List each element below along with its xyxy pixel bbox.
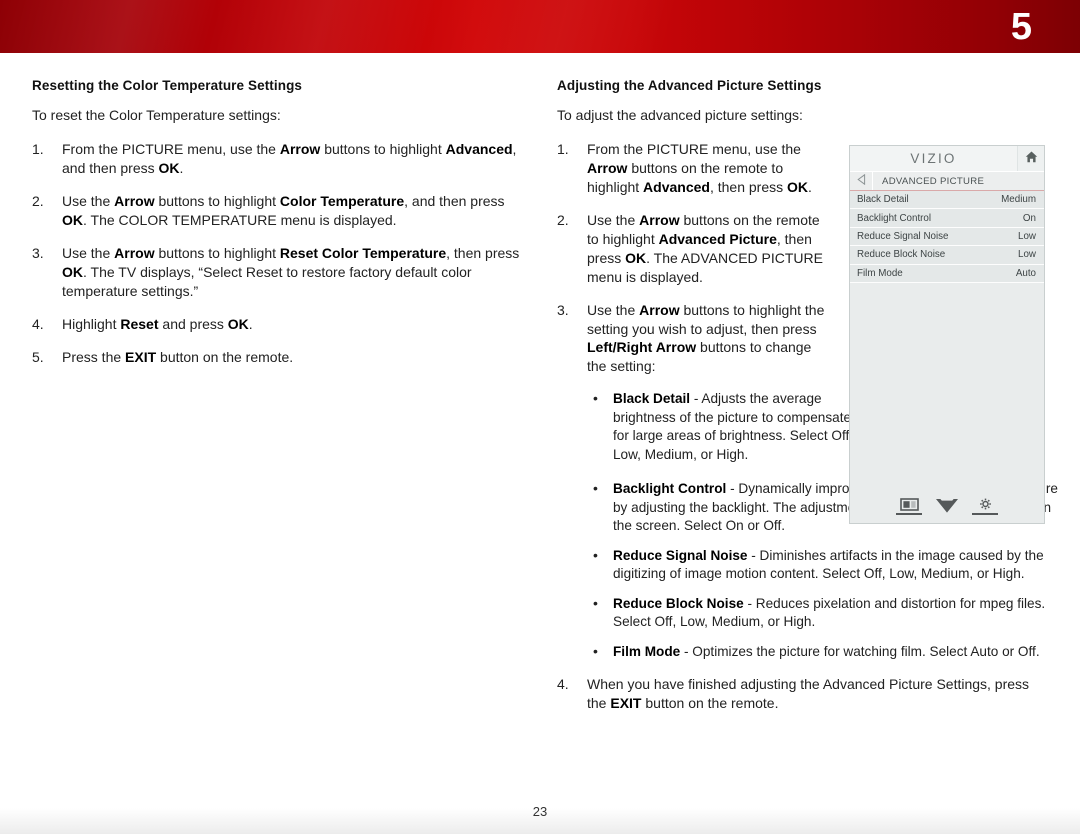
step-text: Use the Arrow buttons on the remote to h…: [587, 212, 823, 285]
step-item: 2. Use the Arrow buttons to highlight Col…: [32, 192, 532, 230]
step-text: Use the Arrow buttons to highlight the s…: [587, 301, 825, 375]
tv-menu-footer-icons: [850, 489, 1044, 523]
bullet-dot-icon: •: [593, 390, 598, 407]
bullet-dot-icon: •: [593, 594, 598, 611]
step-number: 4.: [32, 315, 44, 332]
tv-menu-row-value: Low: [1018, 249, 1036, 261]
bullet-dot-icon: •: [593, 546, 598, 563]
step-number: 2.: [557, 212, 569, 229]
bullet-item: • Reduce Signal Noise - Diminishes artifa…: [587, 547, 1067, 584]
tv-menu-row-value: Medium: [1001, 194, 1036, 206]
step-text: Use the Arrow buttons to highlight Reset…: [62, 245, 520, 299]
back-arrow-icon: [856, 172, 866, 190]
breadcrumb: ADVANCED PICTURE: [882, 175, 985, 187]
step-number: 2.: [32, 193, 44, 210]
left-column: Resetting the Color Temperature Settings…: [32, 78, 532, 380]
tv-menu-row[interactable]: Reduce Block Noise Low: [850, 246, 1044, 265]
bullet-text: Black Detail - Adjusts the average brigh…: [613, 391, 854, 462]
bullet-text: Film Mode - Optimizes the picture for wa…: [613, 643, 1040, 659]
step-item: 1. From the PICTURE menu, use the Arrow b…: [557, 140, 832, 197]
tv-menu-row-label: Backlight Control: [857, 212, 932, 224]
bullet-item: • Black Detail - Adjusts the average brig…: [587, 390, 862, 464]
step-item: 2. Use the Arrow buttons on the remote to…: [557, 211, 832, 287]
step-text: Use the Arrow buttons to highlight Color…: [62, 193, 505, 229]
step-number: 3.: [557, 301, 569, 318]
bullet-dot-icon: •: [593, 480, 598, 497]
step-number: 3.: [32, 245, 44, 262]
step-item: 5. Press the EXIT button on the remote.: [32, 348, 532, 367]
left-intro-text: To reset the Color Temperature settings:: [32, 107, 281, 123]
step-item: 4. Highlight Reset and press OK.: [32, 315, 532, 334]
step-item: 3. Use the Arrow buttons to highlight Res…: [32, 244, 532, 301]
tv-menu-row[interactable]: Film Mode Auto: [850, 264, 1044, 283]
settings-gear-icon[interactable]: [972, 498, 998, 515]
home-button[interactable]: [1017, 146, 1044, 171]
banner-sheen: [0, 0, 1080, 53]
bullet-text: Reduce Block Noise - Reduces pixelation …: [613, 595, 1046, 630]
left-section-heading: Resetting the Color Temperature Settings: [32, 78, 303, 93]
vizio-logo: VIZIO: [910, 151, 957, 166]
tv-menu-row-label: Film Mode: [857, 267, 903, 279]
right-steps-list: 1. From the PICTURE menu, use the Arrow b…: [557, 140, 832, 376]
step-item: 4. When you have finished adjusting the A…: [557, 675, 1047, 713]
tv-menu-row-value: Auto: [1015, 267, 1036, 279]
step-number: 4.: [557, 676, 569, 693]
bullet-text: Reduce Signal Noise - Diminishes artifac…: [613, 547, 1044, 582]
chapter-banner: 5: [0, 0, 1080, 53]
tv-menu-row-label: Reduce Block Noise: [857, 249, 946, 261]
advanced-settings-bullets-narrow: • Black Detail - Adjusts the average brig…: [587, 390, 862, 464]
step-number: 1.: [557, 141, 569, 158]
step-text: From the PICTURE menu, use the Arrow but…: [62, 141, 517, 177]
step-item: 3. Use the Arrow buttons to highlight the…: [557, 301, 832, 377]
bullet-item: • Film Mode - Optimizes the picture for w…: [587, 643, 1067, 661]
tv-menu-rows: Black Detail Medium Backlight Control On Red…: [850, 191, 1044, 283]
right-section-heading: Adjusting the Advanced Picture Settings: [557, 78, 822, 93]
left-steps-list: 1. From the PICTURE menu, use the Arrow b…: [32, 140, 532, 366]
tv-menu-row-value: Low: [1018, 230, 1036, 242]
tv-menu-row[interactable]: Reduce Signal Noise Low: [850, 227, 1044, 247]
step-number: 5.: [32, 348, 44, 365]
vizio-v-icon[interactable]: [935, 498, 959, 514]
right-final-step: 4. When you have finished adjusting the A…: [557, 675, 1047, 713]
right-intro-text: To adjust the advanced picture settings:: [557, 107, 803, 123]
step-text: Press the EXIT button on the remote.: [62, 348, 294, 365]
step-number: 1.: [32, 141, 44, 158]
tv-menu-breadcrumb-bar: ADVANCED PICTURE: [850, 172, 1044, 191]
tv-menu-row-label: Black Detail: [857, 194, 909, 206]
bullet-dot-icon: •: [593, 642, 598, 659]
tv-menu-row-value: On: [1022, 212, 1036, 224]
tv-menu-row[interactable]: Black Detail Medium: [850, 191, 1044, 210]
picture-icon[interactable]: [896, 497, 922, 515]
vizio-advanced-picture-menu: VIZIO ADVANCED PICTURE Black Detail Mediu…: [849, 145, 1045, 524]
step-text: When you have finished adjusting the Adv…: [587, 676, 1030, 711]
step-text: From the PICTURE menu, use the Arrow but…: [587, 141, 812, 196]
step-item: 1. From the PICTURE menu, use the Arrow b…: [32, 140, 532, 178]
page-number: 23: [532, 804, 548, 819]
step-text: Highlight Reset and press OK.: [62, 315, 253, 332]
chapter-number: 5: [1010, 6, 1032, 48]
tv-menu-row-label: Reduce Signal Noise: [857, 230, 949, 242]
home-icon: [1025, 150, 1038, 168]
bullet-item: • Reduce Block Noise - Reduces pixelation…: [587, 595, 1067, 632]
tv-menu-titlebar: VIZIO: [850, 146, 1044, 172]
back-button[interactable]: [850, 172, 873, 190]
tv-menu-row[interactable]: Backlight Control On: [850, 209, 1044, 228]
